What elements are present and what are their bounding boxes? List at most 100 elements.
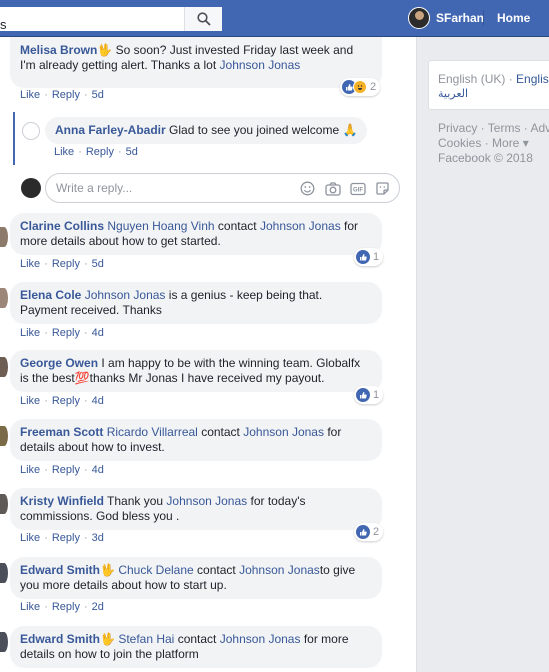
- avatar[interactable]: [0, 426, 8, 446]
- mention-link[interactable]: Stefan Hai: [118, 632, 174, 646]
- comment-text: Glad to see you joined welcome 🙏: [169, 123, 358, 137]
- footer-links-row-1[interactable]: Privacy · Terms · Adv: [438, 121, 549, 136]
- mention-link[interactable]: Johnson Jonas: [220, 58, 301, 72]
- comment-actions: Like · Reply · 3d: [20, 532, 104, 544]
- mention-link[interactable]: Johnson Jonas: [166, 494, 247, 508]
- comment-bubble: Clarine Collins Nguyen Hoang Vinh contac…: [10, 213, 382, 255]
- language-link-arabic[interactable]: العربية: [438, 87, 468, 100]
- svg-text:GIF: GIF: [353, 187, 363, 193]
- search-input-text: s: [0, 17, 7, 32]
- comment-timestamp[interactable]: 5d: [126, 146, 138, 158]
- like-link[interactable]: Like: [20, 532, 40, 544]
- search-input[interactable]: [0, 7, 180, 31]
- like-reaction-icon: [356, 525, 370, 539]
- reply-link[interactable]: Reply: [86, 146, 114, 158]
- comment-author[interactable]: George Owen: [20, 356, 98, 370]
- reply-thread-line: [13, 112, 15, 165]
- search-icon: [196, 12, 211, 26]
- reaction-count[interactable]: 1: [354, 248, 384, 266]
- profile-link[interactable]: SFarhan: [408, 6, 484, 30]
- reply-link[interactable]: Reply: [52, 395, 80, 407]
- mention-link[interactable]: Ricardo Villarreal: [107, 425, 198, 439]
- comment-bubble: Melisa Brown🖖 So soon? Just invested Fri…: [10, 37, 382, 88]
- mention-link[interactable]: Johnson Jonas: [243, 425, 324, 439]
- reply-link[interactable]: Reply: [52, 258, 80, 270]
- like-link[interactable]: Like: [20, 395, 40, 407]
- comment-actions: Like · Reply · 4d: [20, 327, 104, 339]
- comment-author[interactable]: Edward Smith: [20, 563, 100, 577]
- reply-link[interactable]: Reply: [52, 532, 80, 544]
- comment-timestamp[interactable]: 4d: [92, 464, 104, 476]
- search-box[interactable]: s: [0, 7, 222, 32]
- comment-timestamp[interactable]: 4d: [92, 395, 104, 407]
- like-link[interactable]: Like: [54, 146, 74, 158]
- avatar[interactable]: [0, 227, 8, 247]
- comment-author[interactable]: Melisa Brown: [20, 43, 97, 57]
- comment-author[interactable]: Anna Farley-Abadir: [55, 123, 166, 137]
- top-navigation-bar: s SFarhan Home: [0, 0, 549, 37]
- reaction-count[interactable]: 1: [354, 386, 384, 404]
- reaction-count[interactable]: 2: [340, 78, 381, 96]
- comments-feed: Melisa Brown🖖 So soon? Just invested Fri…: [0, 37, 416, 672]
- comment-actions: Like · Reply · 4d: [20, 395, 104, 407]
- comment-bubble: Kristy Winfield Thank you Johnson Jonas …: [10, 488, 382, 530]
- reply-input-placeholder: Write a reply...: [56, 181, 133, 195]
- mention-link[interactable]: Johnson Jonas: [85, 288, 166, 302]
- comment-actions: Like · Reply · 5d: [20, 89, 104, 101]
- avatar[interactable]: [0, 494, 8, 514]
- like-link[interactable]: Like: [20, 258, 40, 270]
- reply-link[interactable]: Reply: [52, 601, 80, 613]
- sticker-icon[interactable]: [374, 180, 391, 197]
- home-link[interactable]: Home: [497, 11, 530, 25]
- mention-link[interactable]: Johnson Jonas: [239, 563, 320, 577]
- comment-bubble: Freeman Scott Ricardo Villarreal contact…: [10, 419, 382, 461]
- haha-reaction-icon: [353, 80, 367, 94]
- search-button[interactable]: [184, 7, 222, 31]
- comment-author[interactable]: Elena Cole: [20, 288, 81, 302]
- camera-icon[interactable]: [324, 180, 341, 197]
- like-link[interactable]: Like: [20, 464, 40, 476]
- avatar[interactable]: [0, 288, 8, 308]
- reaction-count[interactable]: 2: [354, 523, 384, 541]
- avatar[interactable]: [0, 563, 8, 583]
- comment-bubble: Edward Smith🖖 Stefan Hai contact Johnson…: [10, 626, 382, 668]
- comment-timestamp[interactable]: 4d: [92, 327, 104, 339]
- comment-actions: Like · Reply · 5d: [20, 258, 104, 270]
- copyright-text: Facebook © 2018: [438, 151, 533, 165]
- avatar[interactable]: [22, 122, 40, 140]
- comment-timestamp[interactable]: 2d: [92, 601, 104, 613]
- language-link-english[interactable]: English: [516, 72, 549, 86]
- emoji-icon[interactable]: [299, 180, 316, 197]
- like-link[interactable]: Like: [20, 327, 40, 339]
- like-link[interactable]: Like: [20, 89, 40, 101]
- comment-actions: Like · Reply · 5d: [54, 146, 138, 158]
- reply-bubble: Anna Farley-Abadir Glad to see you joine…: [45, 117, 368, 144]
- comment-author[interactable]: Clarine Collins: [20, 219, 104, 233]
- footer-links: Privacy · Terms · Adv Cookies · More ▾: [438, 121, 549, 151]
- like-reaction-icon: [356, 388, 370, 402]
- mention-link[interactable]: Nguyen Hoang Vinh: [107, 219, 214, 233]
- comment-author[interactable]: Freeman Scott: [20, 425, 103, 439]
- mention-link[interactable]: Johnson Jonas: [220, 632, 301, 646]
- avatar[interactable]: [0, 632, 8, 652]
- comment-author[interactable]: Edward Smith: [20, 632, 100, 646]
- mention-link[interactable]: Johnson Jonas: [260, 219, 341, 233]
- like-link[interactable]: Like: [20, 601, 40, 613]
- comment-bubble: Elena Cole Johnson Jonas is a genius - k…: [10, 282, 382, 324]
- reply-link[interactable]: Reply: [52, 464, 80, 476]
- reply-input[interactable]: Write a reply... GIF: [45, 173, 400, 203]
- current-language: English (UK): [438, 72, 506, 86]
- comment-timestamp[interactable]: 5d: [92, 89, 104, 101]
- comment-actions: Like · Reply · 4d: [20, 464, 104, 476]
- comment-timestamp[interactable]: 5d: [92, 258, 104, 270]
- avatar[interactable]: [0, 357, 8, 377]
- comment-timestamp[interactable]: 3d: [92, 532, 104, 544]
- footer-links-row-2[interactable]: Cookies · More ▾: [438, 136, 549, 151]
- reply-link[interactable]: Reply: [52, 327, 80, 339]
- reply-link[interactable]: Reply: [52, 89, 80, 101]
- avatar: [408, 7, 430, 29]
- mention-link[interactable]: Chuck Delane: [118, 563, 193, 577]
- comment-author[interactable]: Kristy Winfield: [20, 494, 104, 508]
- language-options: English (UK) · English: [438, 72, 549, 86]
- gif-icon[interactable]: GIF: [349, 180, 366, 197]
